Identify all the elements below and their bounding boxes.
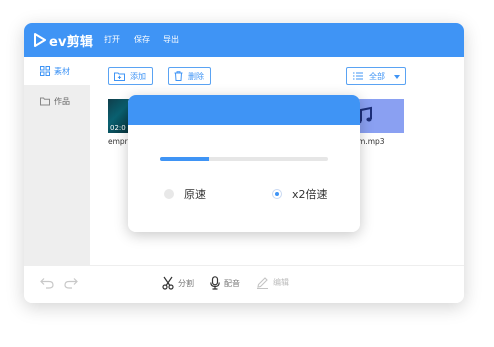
title-bar: ev剪辑 打开 保存 导出 [24,23,464,57]
edit-button[interactable]: 编辑 [256,276,289,289]
export-progress-bar [160,157,328,161]
sidebar-item-label: 作品 [54,96,70,106]
dialog-header [128,95,360,125]
radio-x2-speed[interactable]: x2倍速 [272,186,328,202]
grid-icon [40,66,50,76]
dub-label: 配音 [224,278,240,288]
menu-save[interactable]: 保存 [134,34,150,45]
delete-button-label: 删除 [188,71,204,81]
undo-icon[interactable] [40,277,54,289]
bottom-toolbar: 分割 配音 编辑 [24,265,464,303]
list-icon [353,72,363,80]
filter-dropdown[interactable]: 全部 [346,67,406,85]
radio-x2-label: x2倍速 [292,188,328,201]
delete-button[interactable]: 删除 [168,67,211,85]
split-button[interactable]: 分割 [162,276,194,290]
video-thumbnail[interactable]: 02:0 [108,99,130,133]
play-logo-icon [34,33,46,47]
sidebar-item-materials[interactable]: 素材 [24,57,90,85]
app-logo: ev剪辑 [34,32,94,50]
sidebar-item-label: 素材 [54,66,70,76]
video-duration: 02:0 [110,124,126,132]
sidebar-item-works[interactable]: 作品 [24,87,90,115]
menu-open[interactable]: 打开 [104,34,120,45]
add-button[interactable]: 添加 [108,67,153,85]
scissors-icon [162,276,174,290]
split-label: 分割 [178,278,194,288]
chevron-down-icon [394,75,400,79]
redo-icon[interactable] [64,277,78,289]
app-brand: ev剪辑 [49,34,94,50]
radio-normal-speed[interactable]: 原速 [164,186,206,202]
sidebar: 素材 作品 [24,57,90,265]
audio-filename: m.mp3 [358,137,385,146]
add-button-label: 添加 [130,71,146,81]
progress-fill [160,157,209,161]
video-filename: empr [108,137,128,146]
trash-icon [174,71,183,81]
radio-checked-icon [272,189,282,199]
folder-icon [40,97,50,106]
pencil-icon [257,277,268,289]
radio-unchecked-icon [164,189,174,199]
radio-normal-label: 原速 [184,188,206,201]
edit-label: 编辑 [273,278,289,287]
filter-label: 全部 [369,71,385,81]
menu-export[interactable]: 导出 [163,34,179,45]
microphone-icon [210,276,220,290]
export-speed-dialog: 原速 x2倍速 [128,95,360,232]
dub-button[interactable]: 配音 [210,276,240,290]
add-folder-icon [114,72,125,81]
